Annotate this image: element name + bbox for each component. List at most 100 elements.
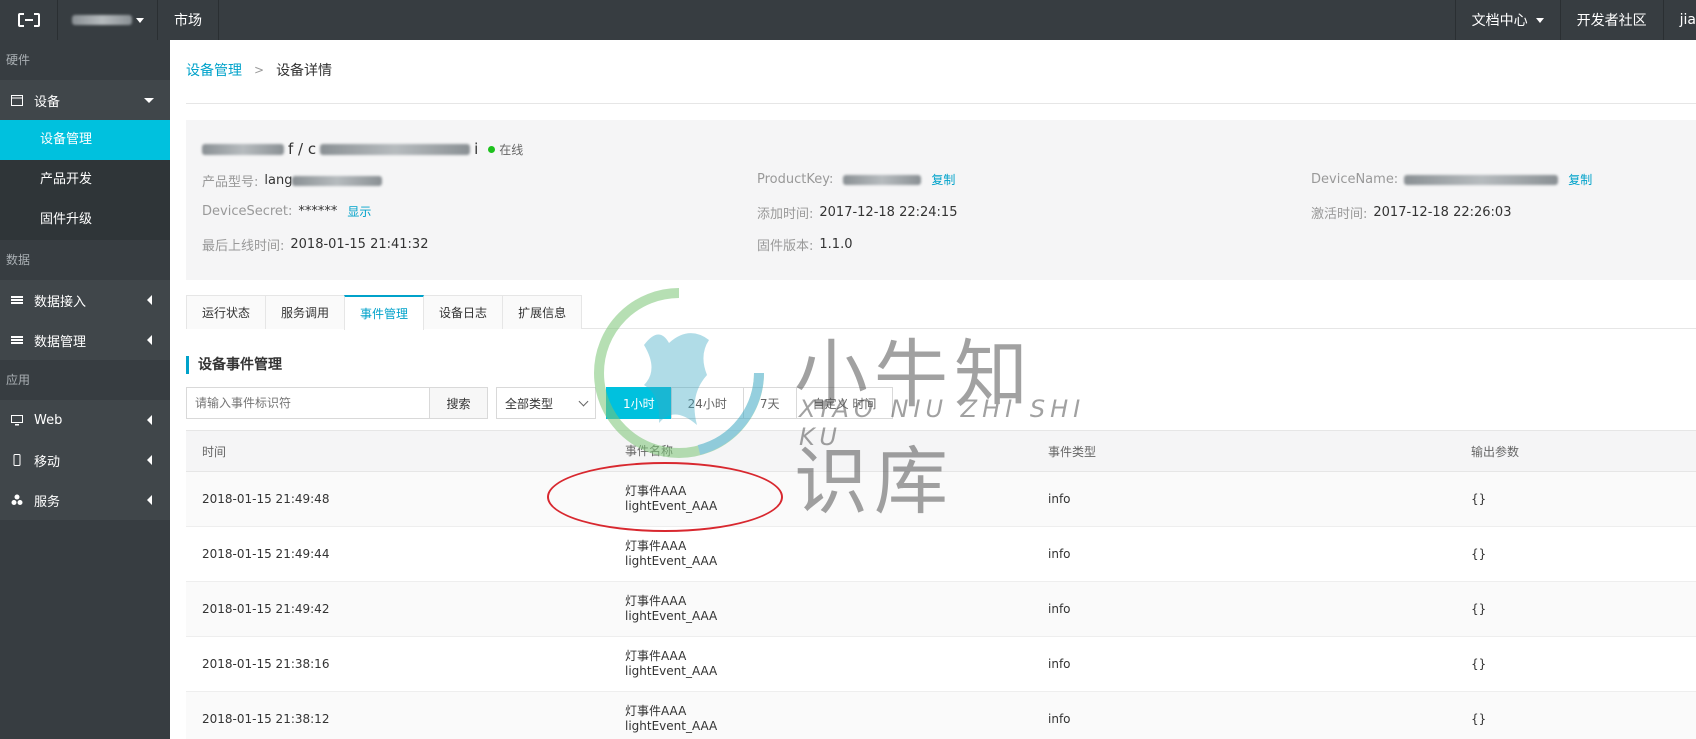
device-title-suffix: i	[474, 140, 479, 158]
event-identifier: lightEvent_AAA	[625, 499, 718, 513]
table-row[interactable]: 2018-01-15 21:49:42 灯事件AAA lightEvent_AAA…	[186, 582, 1696, 637]
event-display-name: 灯事件AAA	[625, 484, 687, 498]
sidebar-item-device[interactable]: 设备	[0, 80, 170, 120]
event-search-input[interactable]	[186, 387, 430, 419]
product-model-label: 产品型号:	[202, 175, 259, 190]
caret-left-icon	[147, 455, 152, 465]
event-identifier: lightEvent_AAA	[625, 609, 718, 623]
breadcrumb-current: 设备详情	[276, 63, 333, 79]
activated-time-value: 2017-12-18 22:26:03	[1373, 205, 1512, 220]
copy-product-key-link[interactable]: 复制	[931, 171, 955, 188]
product-key-redacted	[843, 174, 922, 185]
firmware-version-value: 1.1.0	[819, 237, 853, 252]
event-identifier: lightEvent_AAA	[625, 554, 718, 568]
device-secret-value: ******	[298, 204, 338, 219]
cell-event-type: info	[1048, 547, 1071, 561]
cell-event-name: 灯事件AAA lightEvent_AAA	[609, 539, 1032, 569]
sidebar-item-label: 数据接入	[34, 294, 87, 310]
tab-runtime-status[interactable]: 运行状态	[186, 295, 267, 329]
caret-left-icon	[147, 295, 152, 305]
tab-extended-info[interactable]: 扩展信息	[502, 295, 583, 329]
range-24-hours[interactable]: 24小时	[670, 387, 744, 419]
range-1-hour[interactable]: 1小时	[606, 387, 672, 419]
range-custom[interactable]: 自定义 时间	[795, 387, 894, 419]
event-type-select[interactable]: 全部类型	[496, 387, 596, 419]
sidebar-section-hardware: 硬件	[0, 40, 170, 80]
event-identifier: lightEvent_AAA	[625, 719, 718, 733]
search-button[interactable]: 搜索	[430, 387, 488, 419]
table-row[interactable]: 2018-01-15 21:38:16 灯事件AAA lightEvent_AAA…	[186, 637, 1696, 692]
event-toolbar: 搜索 全部类型 1小时 24小时 7天 自定义 时间	[186, 387, 894, 419]
firmware-version-field: 固件版本: 1.1.0	[757, 235, 852, 254]
sidebar-item-web[interactable]: Web	[0, 400, 170, 440]
docs-center-label: 文档中心	[1471, 13, 1528, 29]
list-icon	[10, 293, 24, 307]
tab-device-log[interactable]: 设备日志	[423, 295, 504, 329]
product-key-label: ProductKey:	[757, 172, 834, 187]
divider	[186, 103, 1696, 104]
device-name-field: DeviceName: 复制	[1311, 171, 1592, 188]
sidebar-item-mobile[interactable]: 移动	[0, 440, 170, 480]
added-time-field: 添加时间: 2017-12-18 22:24:15	[757, 203, 957, 222]
copy-device-name-link[interactable]: 复制	[1568, 171, 1592, 188]
added-time-value: 2017-12-18 22:24:15	[819, 205, 958, 220]
caret-left-icon	[147, 495, 152, 505]
main-content: 设备管理 > 设备详情 f / c i 在线 产品型号: lang Produc…	[170, 40, 1696, 739]
cell-output: {}	[1471, 602, 1487, 616]
developer-community-link[interactable]: 开发者社区	[1559, 0, 1663, 40]
sidebar-item-product-development[interactable]: 产品开发	[0, 160, 170, 200]
breadcrumb-device-management[interactable]: 设备管理	[186, 60, 242, 80]
table-row[interactable]: 2018-01-15 21:38:12 灯事件AAA lightEvent_AAA…	[186, 692, 1696, 739]
calendar-icon	[10, 93, 24, 107]
cell-time: 2018-01-15 21:49:44	[202, 547, 330, 561]
list-icon	[10, 333, 24, 347]
monitor-icon	[10, 413, 24, 427]
show-secret-link[interactable]: 显示	[347, 203, 371, 220]
range-7-days[interactable]: 7天	[742, 387, 797, 419]
cell-event-type: info	[1048, 602, 1071, 616]
sidebar-item-service[interactable]: 服务	[0, 480, 170, 520]
cell-output: {}	[1471, 547, 1487, 561]
time-range-selector: 1小时 24小时 7天 自定义 时间	[606, 387, 894, 419]
device-name-value-redacted	[1404, 174, 1559, 185]
device-title-separator: f / c	[288, 140, 317, 158]
product-model-redacted	[292, 175, 383, 186]
cell-output: {}	[1471, 712, 1487, 726]
firmware-version-label: 固件版本:	[757, 239, 814, 254]
device-title: f / c i 在线	[202, 140, 523, 158]
cell-event-type: info	[1048, 492, 1071, 506]
column-header-event-type[interactable]: 事件类型	[1032, 443, 1455, 460]
column-header-time[interactable]: 时间	[186, 443, 609, 460]
account-switcher[interactable]	[58, 0, 158, 40]
sidebar-item-data-access[interactable]: 数据接入	[0, 280, 170, 320]
cell-event-name: 灯事件AAA lightEvent_AAA	[609, 704, 1032, 734]
sidebar-item-data-management[interactable]: 数据管理	[0, 320, 170, 360]
sidebar-item-firmware-upgrade[interactable]: 固件升级	[0, 200, 170, 240]
sidebar-item-label: Web	[34, 412, 63, 428]
event-type-select-value: 全部类型	[505, 396, 554, 411]
sidebar-item-device-management[interactable]: 设备管理	[0, 120, 170, 160]
table-row[interactable]: 2018-01-15 21:49:44 灯事件AAA lightEvent_AAA…	[186, 527, 1696, 582]
caret-left-icon	[147, 415, 152, 425]
event-identifier: lightEvent_AAA	[625, 664, 718, 678]
tab-event-management[interactable]: 事件管理	[344, 295, 425, 330]
column-header-output[interactable]: 输出参数	[1455, 443, 1696, 460]
sidebar: 硬件 设备 设备管理 产品开发 固件升级 数据 数据接入 数据管理 应用 Web	[0, 40, 170, 739]
cell-time: 2018-01-15 21:49:42	[202, 602, 330, 616]
column-header-event-name[interactable]: 事件名称	[609, 444, 1032, 459]
tab-service-call[interactable]: 服务调用	[265, 295, 346, 329]
aliyun-logo-icon[interactable]	[0, 0, 58, 40]
sidebar-item-label: 设备	[34, 94, 61, 110]
cell-output: {}	[1471, 492, 1487, 506]
product-name-redacted	[202, 143, 284, 155]
top-bar: 市场 文档中心 开发者社区 jia	[0, 0, 1696, 40]
cell-event-name: 灯事件AAA lightEvent_AAA	[609, 484, 1032, 514]
table-row[interactable]: 2018-01-15 21:49:48 灯事件AAA lightEvent_AAA…	[186, 472, 1696, 527]
cell-time: 2018-01-15 21:38:16	[202, 657, 330, 671]
nav-market[interactable]: 市场	[158, 0, 219, 40]
docs-center-menu[interactable]: 文档中心	[1454, 0, 1560, 40]
phone-icon	[10, 453, 24, 467]
user-menu[interactable]: jia	[1662, 0, 1696, 40]
chevron-down-icon	[578, 396, 589, 406]
event-display-name: 灯事件AAA	[625, 594, 687, 608]
